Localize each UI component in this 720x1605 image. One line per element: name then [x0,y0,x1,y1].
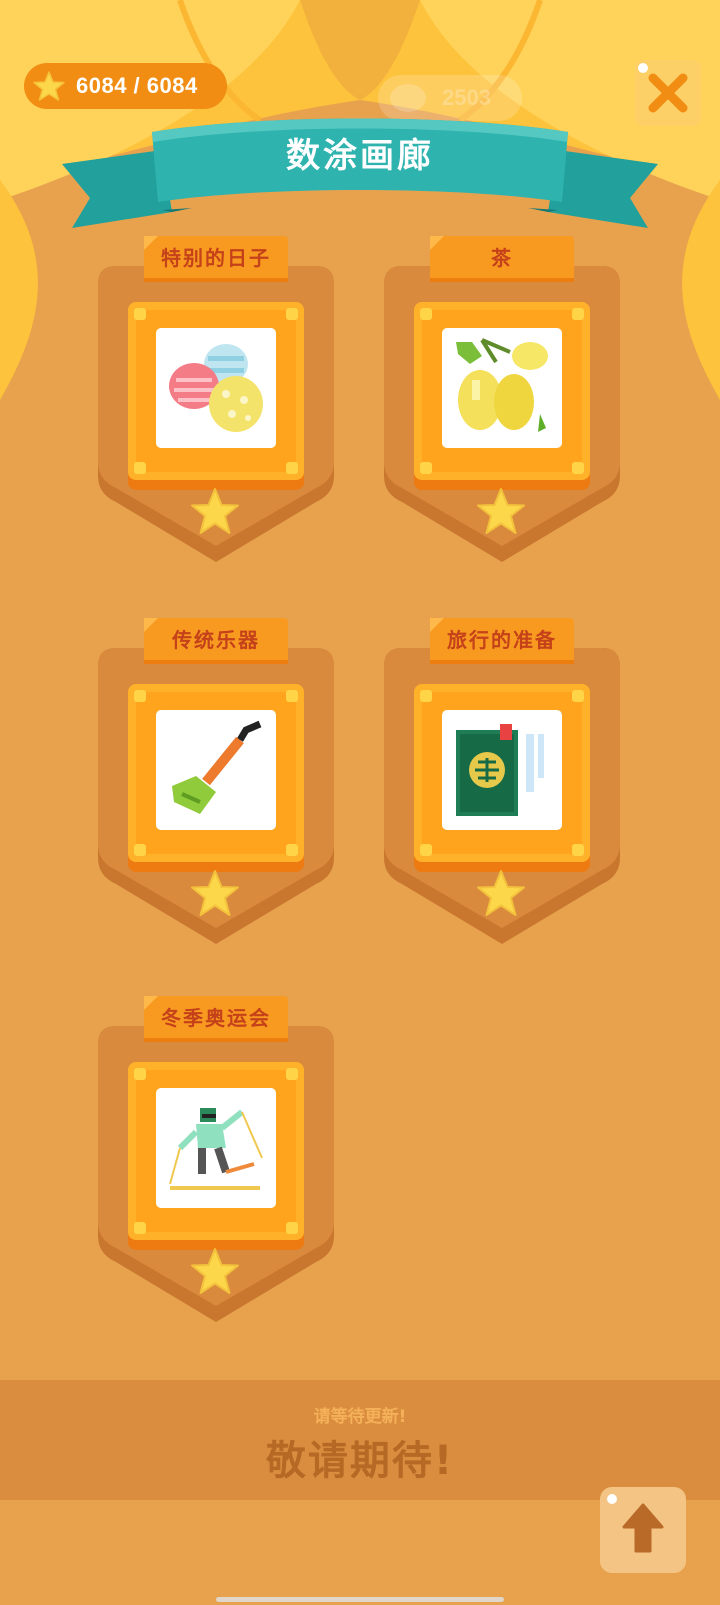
coming-soon-subtitle: 请等待更新! [313,1407,407,1427]
album-frame [128,684,304,862]
album-card-travel-prep[interactable]: 旅行的准备 [382,618,622,958]
album-frame [414,302,590,480]
album-tab: 旅行的准备 [430,618,574,664]
album-label: 特别的日子 [161,246,271,270]
coming-soon-message: 敬请期待! [265,1438,455,1484]
star-icon [191,488,239,534]
album-tab: 传统乐器 [144,618,288,664]
lemons-icon [442,328,562,448]
album-tab: 冬季奥运会 [144,996,288,1042]
album-tab: 茶 [430,236,574,282]
coming-soon-banner: 请等待更新! 敬请期待! [0,1380,720,1500]
album-label: 传统乐器 [172,628,260,652]
star-count-text: 6084 / 6084 [76,73,198,98]
pipa-instrument-icon [156,710,276,830]
star-icon [191,1248,239,1294]
album-frame [414,684,590,862]
star-icon [477,488,525,534]
top-bar: 6084 / 6084 2503 [0,0,720,130]
star-counter: 6084 / 6084 [24,63,227,109]
passport-icon [442,710,562,830]
coin-count-text: 2503 [442,85,491,110]
album-card-tea[interactable]: 茶 [382,236,622,576]
arrow-up-icon [607,1494,664,1553]
page-title: 数涂画廊 [286,136,434,176]
album-card-winter-olympics[interactable]: 冬季奥运会 [96,996,336,1336]
album-label: 旅行的准备 [447,628,557,652]
album-card-special-days[interactable]: 特别的日子 [96,236,336,576]
album-frame [128,1062,304,1240]
skier-icon [156,1088,276,1208]
star-icon [477,870,525,916]
album-label: 冬季奥运会 [161,1006,271,1030]
scroll-top-button[interactable] [600,1487,686,1573]
star-icon [33,71,65,101]
album-frame [128,302,304,480]
album-card-traditional-instruments[interactable]: 传统乐器 [96,618,336,958]
album-label: 茶 [491,246,513,270]
album-tab: 特别的日子 [144,236,288,282]
star-icon [191,870,239,916]
home-indicator[interactable] [216,1597,504,1602]
easter-eggs-icon [156,328,276,448]
